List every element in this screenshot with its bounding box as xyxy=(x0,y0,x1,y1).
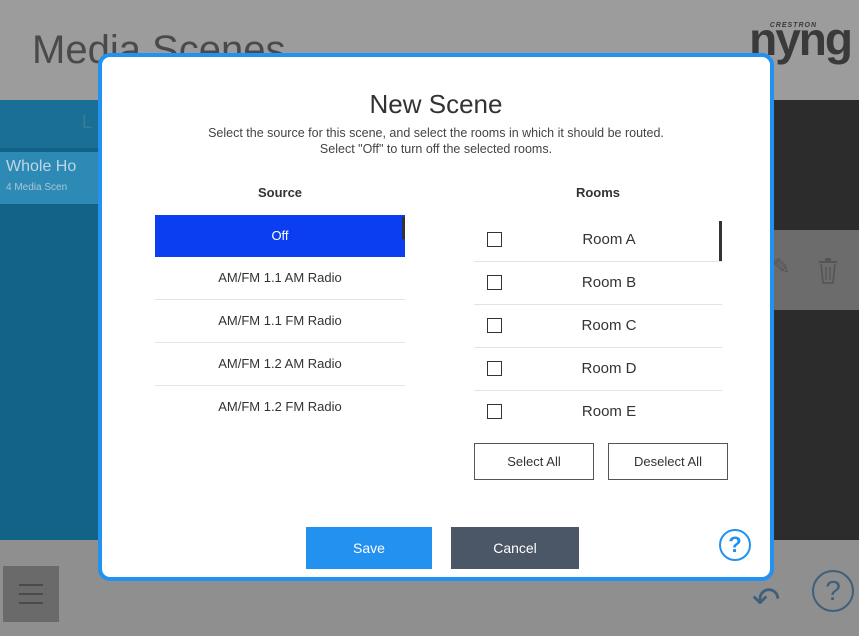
room-label: Room E xyxy=(581,403,637,420)
cancel-button[interactable]: Cancel xyxy=(451,527,579,569)
edit-icon[interactable]: ✎ xyxy=(772,254,790,280)
room-item[interactable]: Room B xyxy=(474,262,722,305)
trash-icon[interactable] xyxy=(818,258,838,284)
dialog-title: New Scene xyxy=(369,89,503,119)
source-item[interactable]: AM/FM 1.2 AM Radio xyxy=(155,343,405,386)
list-item-title: Whole Ho xyxy=(6,158,77,175)
room-item[interactable]: Room D xyxy=(474,348,722,391)
rooms-header: Rooms xyxy=(575,185,621,200)
room-item[interactable]: Room C xyxy=(474,305,722,348)
room-list[interactable]: Room A Room B Room C Room D Room E xyxy=(474,219,722,433)
source-item[interactable]: AM/FM 1.1 AM Radio xyxy=(155,257,405,300)
deselect-all-button[interactable]: Deselect All xyxy=(608,443,728,480)
room-label: Room D xyxy=(581,360,637,377)
room-checkbox[interactable] xyxy=(487,275,502,290)
back-icon[interactable]: ↶ xyxy=(752,580,781,620)
room-checkbox[interactable] xyxy=(487,232,502,247)
brand-top: CRESTRON xyxy=(769,22,817,29)
room-label: Room A xyxy=(582,231,636,248)
left-tab[interactable]: L xyxy=(0,100,110,148)
list-item[interactable]: Whole Ho 4 Media Scen xyxy=(0,152,110,204)
new-scene-dialog: New Scene Select the source for this sce… xyxy=(98,53,774,581)
scene-row[interactable]: ✎ xyxy=(760,230,859,310)
help-icon[interactable]: ? xyxy=(812,570,854,612)
source-scrollbar[interactable] xyxy=(402,217,405,239)
room-checkbox[interactable] xyxy=(487,404,502,419)
menu-icon[interactable] xyxy=(3,566,59,622)
rooms-scrollbar[interactable] xyxy=(719,221,722,261)
left-tab-label: L xyxy=(82,112,93,132)
instructions-line-1: Select the source for this scene, and se… xyxy=(208,126,664,140)
room-label: Room B xyxy=(581,274,637,291)
source-item-label: AM/FM 1.1 FM Radio xyxy=(218,313,342,328)
list-item-subtitle: 4 Media Scen xyxy=(6,182,68,193)
source-item-label: AM/FM 1.2 AM Radio xyxy=(218,356,342,371)
instructions-line-2: Select "Off" to turn off the selected ro… xyxy=(319,142,553,156)
room-checkbox[interactable] xyxy=(487,361,502,376)
source-item-off[interactable]: Off xyxy=(155,215,405,257)
source-item[interactable]: AM/FM 1.2 FM Radio xyxy=(155,386,405,428)
help-icon[interactable]: ? xyxy=(719,529,751,561)
save-button[interactable]: Save xyxy=(306,527,432,569)
scene-list-panel: L Whole Ho 4 Media Scen xyxy=(0,100,110,540)
room-item[interactable]: Room A xyxy=(474,219,722,262)
source-item-label: AM/FM 1.1 AM Radio xyxy=(218,270,342,285)
source-item-label: Off xyxy=(271,228,289,243)
dialog-instructions: Select the source for this scene, and se… xyxy=(102,125,770,157)
source-header: Source xyxy=(257,185,303,200)
source-item[interactable]: AM/FM 1.1 FM Radio xyxy=(155,300,405,343)
source-list[interactable]: Off AM/FM 1.1 AM Radio AM/FM 1.1 FM Radi… xyxy=(155,215,405,428)
room-item[interactable]: Room E xyxy=(474,391,722,433)
source-item-label: AM/FM 1.2 FM Radio xyxy=(218,399,342,414)
room-checkbox[interactable] xyxy=(487,318,502,333)
room-label: Room C xyxy=(581,317,637,334)
select-all-button[interactable]: Select All xyxy=(474,443,594,480)
